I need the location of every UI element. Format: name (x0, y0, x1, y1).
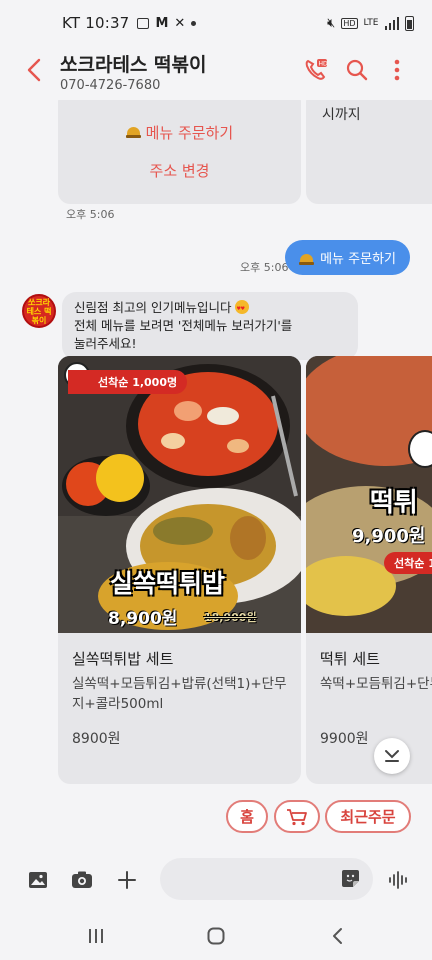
status-time: KT 10:37 (62, 14, 130, 32)
voice-input-button[interactable] (383, 864, 415, 896)
first-come-badge: 선착순 1,0 (384, 552, 432, 574)
chat-phone-number: 070-4726-7680 (60, 78, 161, 93)
product-card[interactable]: 떡튀 9,900원 선착순 1,0 떡튀 세트 쏙떡+모듬튀김+단무지+콜라50… (306, 356, 432, 784)
previous-order-label: 메뉴 주문하기 (145, 124, 234, 142)
home-nav-icon (207, 927, 225, 945)
recent-apps-icon (89, 929, 103, 943)
image-menu-title: 실쏙떡튀밥 (110, 569, 226, 598)
sticker-icon[interactable] (340, 868, 361, 889)
more-options-button[interactable] (383, 56, 411, 84)
chat-header: 쏘크라테스 떡볶이 070-4726-7680 HD (0, 46, 432, 102)
product-name: 실쏙떡튀밥 세트 (72, 650, 174, 668)
message-input[interactable] (160, 858, 373, 900)
arrow-down-icon (385, 750, 399, 762)
home-button[interactable] (200, 922, 232, 950)
product-description: 실쏙떡+모듬튀김+밥류(선택1)+단무지+콜라500ml (72, 676, 287, 712)
hd-call-icon: HD (305, 59, 329, 80)
more-vertical-icon (394, 59, 400, 81)
chevron-left-icon (27, 58, 41, 82)
voice-wave-icon (389, 871, 407, 889)
product-description: 쏙떡+모듬튀김+단무지+콜라500ml (320, 676, 432, 692)
attach-button[interactable] (111, 864, 143, 896)
bot-message-bubble: 신림점 최고의 인기메뉴입니다 전체 메뉴를 보려면 '전체메뉴 보러가기'를 … (62, 292, 358, 360)
gallery-button[interactable] (22, 864, 54, 896)
network-label: LTE (363, 18, 379, 28)
battery-icon (405, 15, 414, 31)
product-price: 8900원 (72, 731, 121, 747)
search-button[interactable] (343, 56, 371, 84)
missed-call-icon: ✕ (174, 15, 186, 31)
image-menu-title: 떡튀 (370, 488, 418, 518)
product-card[interactable]: 선착순 1,000명 실쏙떡튀밥 8,900원 18,900원 실쏙떡튀밥 세트… (58, 356, 301, 784)
system-back-button[interactable] (322, 922, 354, 950)
product-image: 떡튀 9,900원 선착순 1,0 (306, 356, 432, 633)
bot-message-line: 신림점 최고의 인기메뉴입니다 (74, 300, 232, 315)
image-icon (29, 872, 47, 888)
chat-area[interactable]: 메뉴 주문하기 주소 변경 시까지 오후 5:06 오후 5:06 메뉴 주문하… (0, 100, 432, 790)
previous-card-peek-text: 시까지 (322, 107, 361, 123)
previous-card-peek: 시까지 (306, 100, 432, 204)
heart-eyes-emoji-icon (235, 300, 250, 318)
back-button[interactable] (22, 56, 50, 84)
quick-reply-recent-orders[interactable]: 최근주문 (325, 800, 411, 833)
hd-icon: HD (341, 17, 358, 29)
mail-notification-icon: M (155, 15, 169, 31)
gallery-notification-icon (137, 17, 150, 29)
cart-icon (287, 808, 307, 825)
recent-apps-button[interactable] (80, 922, 112, 950)
my-message-text: 메뉴 주문하기 (320, 252, 396, 267)
quick-reply-home[interactable]: 홈 (226, 800, 268, 833)
svg-text:HD: HD (319, 60, 329, 67)
quick-reply-cart[interactable] (274, 800, 320, 833)
plus-icon (118, 871, 136, 889)
timestamp: 오후 5:06 (66, 208, 115, 221)
my-message-timestamp: 오후 5:06 (240, 261, 289, 274)
image-old-price: 18,900원 (204, 611, 257, 624)
status-bar: KT 10:37 M ✕ 🔇︎ HD LTE (0, 0, 432, 46)
image-price: 9,900원 (352, 526, 426, 547)
chat-title: 쏘크라테스 떡볶이 (60, 54, 207, 76)
previous-menu-card: 메뉴 주문하기 주소 변경 (58, 100, 301, 204)
camera-button[interactable] (66, 864, 98, 896)
previous-order-link[interactable]: 메뉴 주문하기 (58, 122, 301, 143)
camera-icon (72, 871, 92, 888)
product-name: 떡튀 세트 (320, 650, 380, 668)
scroll-to-bottom-button[interactable] (374, 738, 410, 774)
nav-back-icon (333, 928, 342, 944)
bot-avatar[interactable]: 쏘크라 테스 떡볶이 (22, 294, 56, 328)
image-price: 8,900원 (108, 609, 178, 629)
first-come-badge: 선착순 1,000명 (68, 370, 188, 394)
product-price: 9900원 (320, 731, 369, 747)
hd-call-button[interactable]: HD (302, 56, 330, 84)
change-address-link[interactable]: 주소 변경 (58, 160, 301, 181)
mute-icon: 🔇︎ (327, 15, 336, 31)
my-message-bubble: 메뉴 주문하기 (285, 240, 410, 275)
bot-message-line: 눌러주세요! (74, 336, 137, 351)
signal-icon (384, 16, 399, 30)
more-notifications-icon (191, 20, 197, 26)
product-image: 선착순 1,000명 실쏙떡튀밥 8,900원 18,900원 (58, 356, 301, 633)
bell-icon (299, 251, 315, 265)
bell-icon (125, 124, 141, 138)
bot-message-line: 전체 메뉴를 보려면 '전체메뉴 보러가기'를 (74, 318, 293, 333)
search-icon (346, 59, 368, 81)
